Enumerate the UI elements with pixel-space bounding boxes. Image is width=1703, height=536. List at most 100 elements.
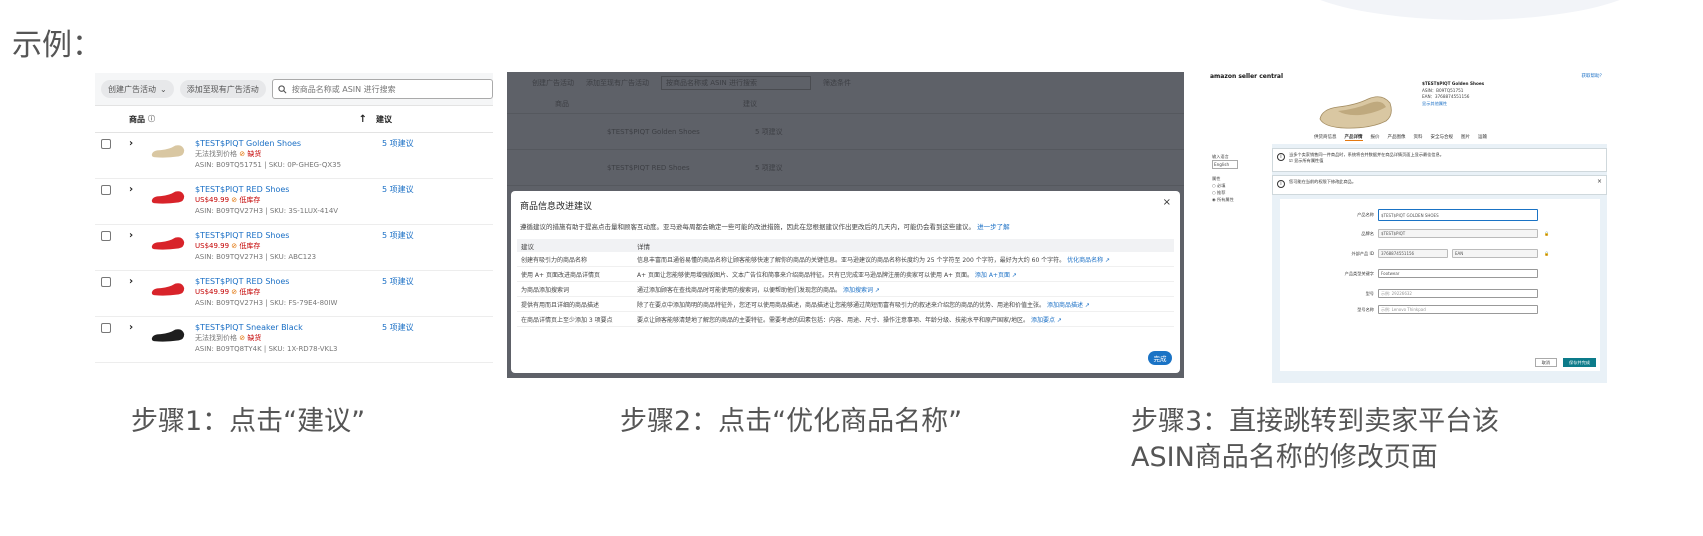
external-id-input[interactable]: 3768874551156 [1378, 249, 1448, 258]
column-detail: 详情 [637, 242, 650, 251]
suggestions-link[interactable]: 5 项建议 [382, 230, 414, 241]
filter-radio[interactable]: ◉ 所有属性 [1212, 196, 1267, 203]
create-campaign-button[interactable]: 创建广告活动 ⌄ [101, 80, 174, 98]
action-link[interactable]: 添加搜索词 [843, 287, 873, 294]
stock-status: 低库存 [239, 242, 261, 250]
filter-label: 属性 [1212, 176, 1221, 181]
suggestions-link[interactable]: 5 项建议 [382, 138, 414, 149]
price: 无法找到价格 [195, 334, 237, 342]
more-attributes-link[interactable]: 显示其他属性 [1422, 101, 1484, 108]
suggestions-link[interactable]: 5 项建议 [382, 276, 414, 287]
chevron-right-icon[interactable]: › [129, 276, 149, 287]
bg-row-name: $TEST$PIQT RED Shoes [607, 163, 690, 172]
add-to-campaign-button[interactable]: 添加至现有广告活动 [179, 80, 266, 98]
add-to-campaign-label: 添加至现有广告活动 [186, 84, 259, 94]
suggestions-link[interactable]: 5 项建议 [382, 184, 414, 195]
bg-table-row: $TEST$PIQT RED Shoes 5 项建议 [507, 150, 1184, 186]
caption-step3: 步骤3：直接跳转到卖家平台该 ASIN商品名称的修改页面 [1131, 404, 1499, 476]
form-row-title: 产品名称 $TEST$PIQT GOLDEN SHOES [1280, 209, 1538, 221]
tab-2[interactable]: 报价 [1371, 134, 1380, 141]
external-link-icon: ↗ [1082, 301, 1090, 309]
permission-notice: i 您可能在当前的权限下修改此商品。 × [1272, 175, 1607, 195]
language-select[interactable]: English [1212, 160, 1238, 169]
row-checkbox[interactable] [101, 277, 111, 287]
row-checkbox[interactable] [101, 323, 111, 333]
model-input[interactable]: 示例: 29226632 [1378, 289, 1538, 298]
asin-sku: ASIN: B09TQ51751 | SKU: 0P-GHEG-QX35 [195, 161, 342, 169]
detail-text: 信息丰富而且通俗易懂的商品名称让顾客能够快速了解你的商品的关键信息。亚马逊建议的… [637, 256, 1066, 264]
tab-1[interactable]: 产品详情 [1344, 134, 1363, 141]
learn-more-link[interactable]: 进一步了解 [977, 223, 1010, 231]
price: US$49.99 [195, 288, 230, 296]
info-notice: i 当多个卖家销售同一件商品时，系统将合并数据并在商品详情页面上显示最佳信息。 … [1272, 148, 1607, 172]
title-label: 产品名称 [1357, 212, 1374, 217]
suggestion-detail: 通过添加顾客在查找商品时可能使用的搜索词，以便帮助他们发现您的商品。 添加搜索词… [637, 285, 1174, 294]
chevron-right-icon[interactable]: › [129, 184, 149, 195]
bg-filter: 筛选条件 [823, 79, 851, 87]
detail-text: 要点让顾客能够清楚地了解您的商品的主要特征。需要考虑的因素包括：内容、用途、尺寸… [637, 316, 1030, 324]
close-icon[interactable]: × [1163, 197, 1171, 208]
product-name-link[interactable]: $TEST$PIQT Sneaker Black [195, 322, 375, 333]
tab-4[interactable]: 资料 [1414, 134, 1423, 141]
action-link[interactable]: 添加商品描述 [1047, 302, 1083, 309]
warning-icon: ⊘ [237, 334, 248, 342]
save-button[interactable]: 保存并完成 [1563, 358, 1596, 367]
show-all-label: 显示所有属性值 [1294, 158, 1324, 163]
product-form: 产品名称 $TEST$PIQT GOLDEN SHOES 品牌名 $TEST$P… [1280, 199, 1600, 371]
help-link[interactable]: 获取帮助？ [1582, 73, 1605, 79]
asin-sku: ASIN: B09TQV27H3 | SKU: ABC123 [195, 253, 317, 261]
suggestion-name: 创建有吸引力的商品名称 [521, 256, 588, 264]
product-name-link[interactable]: $TEST$PIQT RED Shoes [195, 276, 375, 287]
row-checkbox[interactable] [101, 185, 111, 195]
title-input[interactable]: $TEST$PIQT GOLDEN SHOES [1378, 209, 1538, 221]
tab-0[interactable]: 供货商信息 [1314, 134, 1337, 141]
tab-3[interactable]: 产品图像 [1388, 134, 1406, 141]
table-row: › $TEST$PIQT Sneaker Black 无法找到价格 ⊘ 缺货 ASIN… [95, 317, 493, 363]
suggestions-link[interactable]: 5 项建议 [382, 322, 414, 333]
keyword-input[interactable]: Footwear [1378, 269, 1538, 278]
column-suggest: 建议 [521, 242, 534, 251]
suggestion-name: 使用 A+ 页面改进商品详情页 [521, 271, 600, 279]
product-name-link[interactable]: $TEST$PIQT RED Shoes [195, 184, 375, 195]
row-checkbox[interactable] [101, 139, 111, 149]
row-checkbox[interactable] [101, 231, 111, 241]
screenshot-step2: 创建广告活动 添加至现有广告活动 按商品名称或 ASIN 进行搜索 筛选条件 商… [507, 72, 1184, 378]
search-placeholder: 按商品名称或 ASIN 进行搜索 [291, 84, 396, 94]
external-link-icon: ↗ [1009, 271, 1017, 279]
product-name-link[interactable]: $TEST$PIQT RED Shoes [195, 230, 375, 241]
filter-radio[interactable]: ○ 必填 [1212, 182, 1267, 189]
chevron-right-icon[interactable]: › [129, 230, 149, 241]
done-button[interactable]: 完成 [1148, 351, 1172, 365]
show-all-checkbox[interactable]: ☑ 显示所有属性值 [1289, 158, 1602, 164]
page-heading: 示例： [12, 28, 102, 63]
cancel-button[interactable]: 取消 [1534, 358, 1558, 367]
external-id-type-select[interactable]: EAN [1452, 249, 1538, 258]
action-link[interactable]: 添加要点 [1031, 317, 1055, 324]
price: US$49.99 [195, 196, 230, 204]
shoe-thumbnail [151, 191, 185, 204]
chevron-right-icon[interactable]: › [129, 322, 149, 333]
column-suggest: 建议 [376, 114, 392, 124]
product-summary: $TEST$PIQT Golden Shoes ASIN：B09TQ51751 … [1422, 81, 1484, 107]
model-label: 型号 [1365, 290, 1374, 296]
close-icon[interactable]: × [1597, 179, 1602, 185]
tab-5[interactable]: 安全与合规 [1431, 134, 1454, 141]
form-actions: 取消 保存并完成 [1534, 358, 1596, 367]
brand-input[interactable]: $TEST$PIQT [1378, 229, 1538, 238]
model-name-input[interactable]: 示例: Lenovo Thinkpad [1378, 305, 1538, 314]
tab-7[interactable]: 运输 [1478, 134, 1487, 141]
suggestions-modal: 商品信息改进建议 × 遵循建议的措施有助于提高点击量和顾客互动度。亚马逊每周都会… [511, 191, 1180, 373]
filter-radio[interactable]: ○ 推荐 [1212, 189, 1267, 196]
suggestion-row: 提供有用而且详细的商品描述 除了在要点中添加简明的商品特征外，您还可以使用商品描述… [517, 297, 1174, 312]
action-link[interactable]: 添加 A+页面 [975, 272, 1010, 279]
sort-arrow-icon[interactable]: ↑ [359, 114, 367, 125]
caption-step3-line1: 步骤3：直接跳转到卖家平台该 [1131, 406, 1500, 437]
caption-step1: 步骤1：点击“建议” [131, 406, 366, 437]
tab-6[interactable]: 图片 [1461, 134, 1470, 141]
price-stock: US$49.99 ⊘ 低库存 [195, 287, 375, 298]
search-input[interactable]: 按商品名称或 ASIN 进行搜索 [271, 79, 493, 99]
chevron-right-icon[interactable]: › [129, 138, 149, 149]
product-name-link[interactable]: $TEST$PIQT Golden Shoes [195, 138, 375, 149]
action-link[interactable]: 优化商品名称 [1067, 257, 1103, 264]
asin-sku: ASIN: B09TQV27H3 | SKU: FS-79E4-80IW [195, 299, 338, 307]
